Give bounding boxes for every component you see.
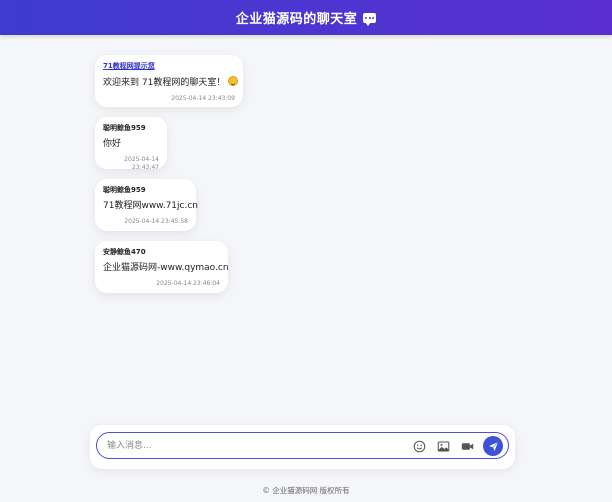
send-icon	[488, 441, 498, 451]
smile-emoji-icon	[228, 76, 239, 86]
chat-header: 企业猫源码的聊天室	[0, 0, 612, 35]
message-bubble: 71教程网提示您 欢迎来到 71教程网的聊天室！ 2025-04-14 23:4…	[95, 55, 243, 107]
message-sender: 聪明鲸鱼959	[103, 186, 146, 194]
message-bubble: 安静鲸鱼470 企业猫源码网-www.qymao.cn 2025-04-14 2…	[95, 241, 229, 293]
message-text: 你好	[103, 139, 122, 149]
message-text-content: 欢迎来到 71教程网的聊天室！	[103, 78, 226, 88]
message-sender: 聪明鲸鱼959	[103, 124, 146, 132]
message-sender[interactable]: 71教程网提示您	[103, 61, 235, 72]
footer-copyright: © 企业猫源码网 版权所有	[262, 486, 350, 495]
message-input-box	[96, 432, 509, 459]
message-text: 71教程网www.71jc.cn	[103, 201, 198, 211]
message-list: 71教程网提示您 欢迎来到 71教程网的聊天室！ 2025-04-14 23:4…	[0, 35, 612, 425]
message-text: 欢迎来到 71教程网的聊天室！	[103, 76, 239, 89]
message-input[interactable]	[107, 437, 397, 455]
page-title: 企业猫源码的聊天室	[235, 12, 358, 27]
chat-bubble-icon	[363, 12, 377, 26]
video-icon[interactable]	[461, 440, 474, 453]
message-composer	[90, 425, 515, 469]
message-time: 2025-04-14 23:45:58	[124, 218, 188, 225]
message-sender: 安静鲸鱼470	[103, 248, 146, 256]
message-time: 2025-04-14 23:43:47	[124, 156, 159, 171]
message-time: 2025-04-14 23:46:04	[156, 280, 220, 287]
message-time: 2025-04-14 23:43:09	[171, 95, 235, 102]
emoji-icon[interactable]	[413, 440, 426, 453]
message-bubble: 聪明鲸鱼959 71教程网www.71jc.cn 2025-04-14 23:4…	[95, 179, 198, 231]
message-text: 企业猫源码网-www.qymao.cn	[103, 263, 229, 273]
send-button[interactable]	[483, 436, 503, 456]
image-icon[interactable]	[437, 440, 450, 453]
message-bubble: 聪明鲸鱼959 你好 2025-04-14 23:43:47	[95, 117, 167, 171]
